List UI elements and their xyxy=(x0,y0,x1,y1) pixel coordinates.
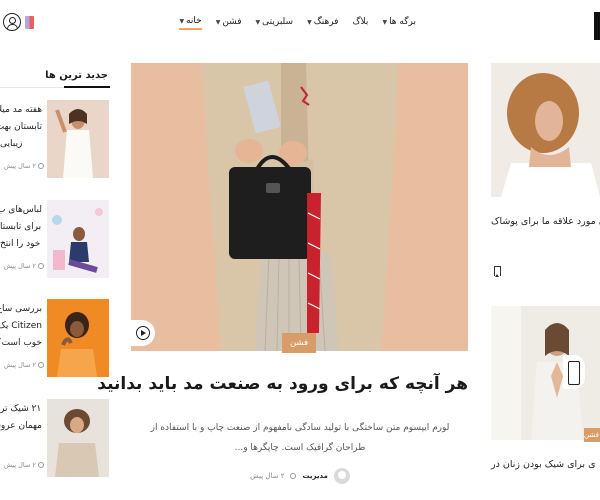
category-badge[interactable]: فشن xyxy=(584,428,600,442)
post-time: ۲ سال پیش xyxy=(250,472,285,480)
post-thumbnail[interactable] xyxy=(47,399,109,477)
nav-label: خانه xyxy=(186,16,202,26)
title-line: مهمان عروس xyxy=(0,421,42,431)
featured-post-excerpt: لورم ایپسوم متن ساختگی با تولید سادگی نا… xyxy=(150,423,450,453)
title-line: خود را انتخ xyxy=(0,239,41,249)
nav-label: فرهنگ xyxy=(313,17,339,27)
author-avatar[interactable] xyxy=(333,468,350,484)
nav-item-culture[interactable]: فرهنگ ▼ xyxy=(307,14,338,30)
title-underline xyxy=(64,86,110,88)
nav-item-home[interactable]: خانه ▼ xyxy=(179,14,202,30)
chevron-down-icon: ▼ xyxy=(179,17,185,25)
widget-header: جدید ترین ها xyxy=(0,62,110,88)
title-line: تابستان بهت xyxy=(0,122,42,132)
site-logo[interactable] xyxy=(594,12,600,40)
title-line: ۲۱ شیک تر xyxy=(0,404,42,414)
nav-item-pages[interactable]: برگه ها ▼ xyxy=(382,14,416,30)
site-header: خانه ▼ فشن ▼ سلبریتی ▼ فرهنگ ▼ بلاگ برگه… xyxy=(0,0,600,46)
post-title[interactable]: ۲۱ شیک تر مهمان عروس xyxy=(0,401,42,455)
post-meta: ۲ سال پیش xyxy=(4,361,44,369)
clock-icon xyxy=(37,263,44,269)
title-line: خوب است؟ xyxy=(0,338,42,348)
chevron-down-icon: ▼ xyxy=(382,18,388,26)
main-nav: خانه ▼ فشن ▼ سلبریتی ▼ فرهنگ ▼ بلاگ برگه… xyxy=(179,14,416,30)
user-icon[interactable] xyxy=(3,13,21,31)
latest-posts-widget: جدید ترین ها هفته مد میلا تابستان بهت زی… xyxy=(0,62,110,500)
clock-icon xyxy=(37,163,44,169)
post-title[interactable]: هفته مد میلا تابستان بهت زیبایی xyxy=(0,102,42,156)
post-title[interactable]: بررسی ساع Citizen یک خوب است؟ xyxy=(0,301,42,355)
title-line: بررسی ساع xyxy=(0,304,42,314)
latest-item[interactable]: لباس‌های ب برای تابستا خود را انتخ ۲ سال… xyxy=(0,200,110,282)
nav-item-celebrity[interactable]: سلبریتی ▼ xyxy=(256,14,294,30)
phone-icon[interactable] xyxy=(563,355,585,389)
featured-post-title[interactable]: هر آنچه که برای ورود به صنعت مد باید بدا… xyxy=(97,374,468,394)
post-thumbnail[interactable] xyxy=(47,100,109,178)
header-icons xyxy=(3,13,34,31)
featured-post-meta: مدیریت ۲ سال پیش xyxy=(140,468,460,484)
chevron-down-icon: ▼ xyxy=(255,18,261,26)
title-line: لباس‌های ب xyxy=(0,205,42,215)
post-thumbnail[interactable] xyxy=(47,200,109,278)
author-name[interactable]: مدیریت xyxy=(302,472,327,480)
latest-item[interactable]: بررسی ساع Citizen یک خوب است؟ ۲ سال پیش xyxy=(0,299,110,381)
latest-item[interactable]: هفته مد میلا تابستان بهت زیبایی ۲ سال پی… xyxy=(0,100,110,182)
post-meta: ۲ سال پیش xyxy=(4,262,44,270)
side-post-card[interactable]: ی برای شیک بودن زنان در xyxy=(491,306,600,500)
bag-icon[interactable] xyxy=(25,15,34,29)
title-line: برای تابستا xyxy=(0,222,42,232)
post-thumbnail[interactable] xyxy=(491,63,600,197)
clock-icon xyxy=(290,473,297,479)
chevron-down-icon: ▼ xyxy=(307,18,312,26)
post-title[interactable]: ی برای شیک بودن زنان در xyxy=(491,459,596,470)
chevron-down-icon: ▼ xyxy=(215,18,221,26)
nav-item-blog[interactable]: بلاگ xyxy=(353,14,369,30)
nav-item-fashion[interactable]: فشن ▼ xyxy=(216,14,242,30)
widget-title: جدید ترین ها xyxy=(45,70,108,81)
play-icon xyxy=(136,326,150,340)
post-title[interactable]: ی مورد علاقه ما برای پوشاک xyxy=(491,216,600,227)
nav-label: فشن xyxy=(222,17,242,27)
post-time: ۲ سال پیش xyxy=(4,162,36,170)
side-post-card[interactable]: ی مورد علاقه ما برای پوشاک xyxy=(491,63,600,293)
post-meta: ۲ سال پیش xyxy=(4,162,44,170)
post-time: ۲ سال پیش xyxy=(4,262,36,270)
post-title[interactable]: لباس‌های ب برای تابستا خود را انتخ xyxy=(0,202,42,256)
post-time: ۲ سال پیش xyxy=(4,361,36,369)
nav-label: بلاگ xyxy=(352,17,369,27)
nav-label: برگه ها xyxy=(389,17,416,27)
clock-icon xyxy=(37,362,44,368)
bookmark-icon[interactable] xyxy=(494,266,501,277)
post-thumbnail[interactable] xyxy=(47,299,109,377)
post-meta: ۲ سال پیش xyxy=(4,461,44,469)
clock-icon xyxy=(37,462,44,468)
title-line: زیبایی xyxy=(0,139,23,149)
post-time: ۲ سال پیش xyxy=(4,461,36,469)
title-line: Citizen یک xyxy=(0,321,42,331)
featured-post-image[interactable] xyxy=(131,63,468,351)
latest-item[interactable]: ۲۱ شیک تر مهمان عروس ۲ سال پیش xyxy=(0,399,110,481)
category-badge[interactable]: فشن xyxy=(282,333,316,353)
nav-label: سلبریتی xyxy=(262,17,294,27)
title-line: هفته مد میلا xyxy=(0,105,42,115)
